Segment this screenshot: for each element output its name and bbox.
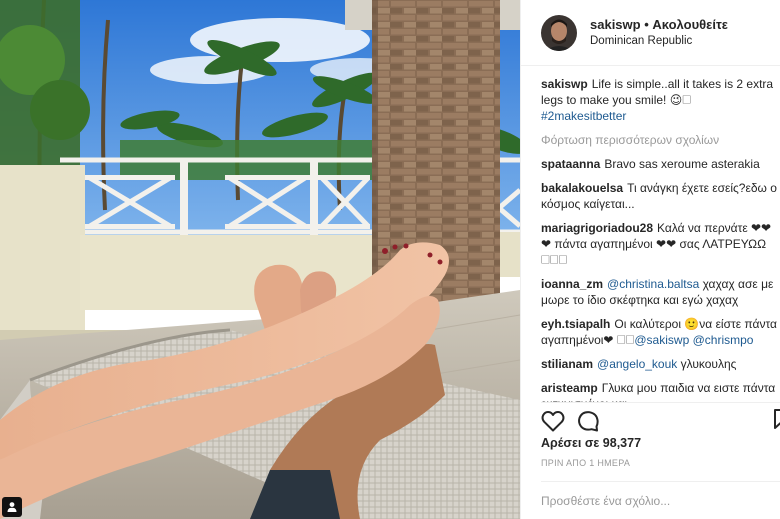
comment-item: mariagrigoriadou28 Καλά να περνάτε ❤❤❤ πά…: [541, 220, 778, 268]
caption-hashtag[interactable]: #2makesitbetter: [541, 109, 626, 123]
comment-mention[interactable]: @christina.baltsa: [607, 277, 699, 291]
post-actions: [541, 402, 780, 438]
post-location[interactable]: Dominican Republic: [590, 34, 728, 50]
post-timestamp: ΠΡΙΝ ΑΠΟ 1 ΗΜΕΡΑ: [541, 458, 631, 468]
add-comment-field[interactable]: Προσθέστε ένα σχόλιο...: [541, 481, 780, 519]
heart-icon: [541, 410, 565, 432]
comment-username[interactable]: spataanna: [541, 157, 600, 171]
comment-item: bakalakouelsa Τι ανάγκη έχετε εσείς?εδω ο…: [541, 180, 778, 212]
post-side-panel: sakiswp • Ακολουθείτε Dominican Republic…: [520, 0, 780, 519]
comment-item: stilianam @angelo_kouk γλυκουλης: [541, 356, 778, 372]
comment-mention[interactable]: @sakiswp: [634, 333, 689, 347]
comment-mention[interactable]: @chrismpo: [693, 333, 754, 347]
comment-mention[interactable]: @angelo_kouk: [597, 357, 677, 371]
comment-button[interactable]: [577, 410, 599, 437]
instagram-post: sakiswp • Ακολουθείτε Dominican Republic…: [0, 0, 780, 519]
post-username[interactable]: sakiswp: [590, 17, 641, 32]
comments-list[interactable]: sakiswp Life is simple..all it takes is 2…: [541, 76, 778, 402]
save-button[interactable]: [774, 409, 780, 434]
comment-username[interactable]: eyh.tsiapalh: [541, 317, 610, 331]
comment-item: spataanna Bravo sas xeroume asterakia: [541, 156, 778, 172]
comment-username[interactable]: bakalakouelsa: [541, 181, 623, 195]
caption-username[interactable]: sakiswp: [541, 77, 588, 91]
user-tag-icon: [7, 502, 17, 512]
comment-text: γλυκουλης: [677, 357, 737, 371]
bookmark-icon: [774, 409, 780, 429]
post-image: [0, 0, 520, 519]
comment-text: Bravo sas xeroume asterakia: [604, 157, 760, 171]
avatar[interactable]: [541, 14, 577, 51]
comment-item: ioanna_zm @christina.baltsa χαχαχ ασε με …: [541, 276, 778, 308]
like-button[interactable]: [541, 410, 565, 437]
comment-item: aristeamp Γλυκα μου παιδια να ειστε πάντα…: [541, 380, 778, 402]
comment-item: eyh.tsiapalh Οι καλύτεροι 🙂να είστε πάντα…: [541, 316, 778, 348]
follow-status-button[interactable]: Ακολουθείτε: [652, 17, 728, 32]
comment-icon: [578, 411, 599, 432]
likes-count[interactable]: Αρέσει σε 98,377: [541, 436, 641, 450]
post-caption: sakiswp Life is simple..all it takes is 2…: [541, 76, 778, 124]
comment-username[interactable]: aristeamp: [541, 381, 598, 395]
comment-container: spataanna Bravo sas xeroume asterakia baka…: [541, 156, 778, 402]
comment-username[interactable]: stilianam: [541, 357, 593, 371]
load-more-comments-button[interactable]: Φόρτωση περισσότερων σχολίων: [541, 132, 778, 148]
comment-username[interactable]: mariagrigoriadou28: [541, 221, 653, 235]
user-tag-button[interactable]: [2, 497, 22, 517]
post-photo[interactable]: [0, 0, 520, 519]
post-header: sakiswp • Ακολουθείτε Dominican Republic: [521, 0, 780, 66]
header-separator: •: [644, 16, 649, 32]
avatar-image: [541, 14, 577, 51]
comment-username[interactable]: ioanna_zm: [541, 277, 603, 291]
